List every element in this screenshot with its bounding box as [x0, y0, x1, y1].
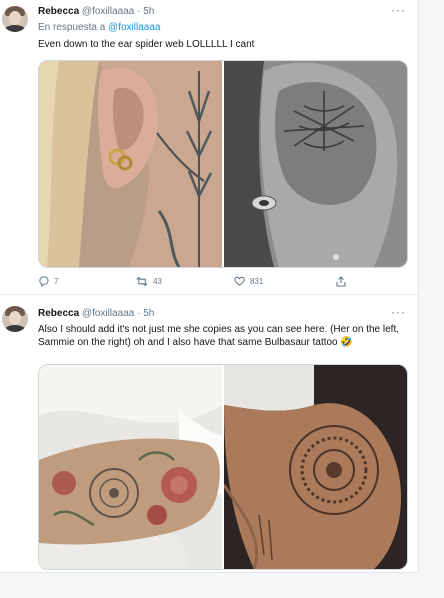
separator-dot: · — [137, 308, 141, 319]
retweet-icon — [136, 276, 148, 287]
timestamp[interactable]: 5h — [143, 6, 154, 17]
timeline-panel: Rebecca @foxillaaaa · 5h ··· En respuest… — [0, 0, 419, 573]
like-icon — [234, 276, 245, 286]
user-handle[interactable]: @foxillaaaa — [82, 308, 134, 319]
reply-count: 7 — [54, 277, 59, 286]
tweet-header: Rebecca @foxillaaaa · 5h — [38, 6, 154, 18]
ear-tattoo-photo[interactable] — [39, 61, 222, 267]
tweet-divider — [0, 294, 418, 295]
like-count: 831 — [250, 276, 264, 286]
like-button[interactable]: 831 — [234, 276, 263, 286]
share-icon — [336, 276, 346, 287]
tweet-header: Rebecca @foxillaaaa · 5h — [38, 308, 154, 320]
display-name[interactable]: Rebecca — [38, 6, 79, 17]
tweet-text: Also I should add it's not just me she c… — [38, 324, 399, 348]
avatar[interactable] — [2, 306, 28, 332]
retweet-count: 43 — [153, 277, 162, 286]
display-name[interactable]: Rebecca — [38, 308, 79, 319]
reply-mention-link[interactable]: @foxillaaaa — [108, 22, 160, 33]
retweet-button[interactable]: 43 — [136, 276, 162, 287]
tweet-text: Even down to the ear spider web LOLLLLL … — [38, 39, 255, 50]
more-icon[interactable]: ··· — [391, 305, 406, 319]
separator-dot: · — [137, 6, 141, 17]
share-button[interactable] — [336, 276, 346, 287]
reply-prefix: En respuesta a — [38, 22, 106, 33]
reply-context: En respuesta a @foxillaaaa — [38, 22, 160, 34]
tweet-actions: 7 43 831 — [38, 276, 368, 290]
user-handle[interactable]: @foxillaaaa — [82, 6, 134, 17]
tweet-media[interactable] — [38, 364, 408, 570]
tweet-2[interactable]: Rebecca @foxillaaaa · 5h ··· Also I shou… — [0, 298, 418, 572]
leg-tattoo-photo-left[interactable] — [39, 365, 222, 569]
tweet-media[interactable] — [38, 60, 408, 268]
reply-button[interactable]: 7 — [38, 276, 58, 287]
leg-tattoo-photo-right[interactable] — [224, 365, 407, 569]
more-icon[interactable]: ··· — [391, 3, 406, 17]
tweet-1[interactable]: Rebecca @foxillaaaa · 5h ··· En respuest… — [0, 0, 418, 292]
timestamp[interactable]: 5h — [143, 308, 154, 319]
reply-icon — [38, 276, 49, 287]
ear-spiderweb-tattoo-photo[interactable] — [224, 61, 407, 267]
avatar[interactable] — [2, 6, 28, 32]
